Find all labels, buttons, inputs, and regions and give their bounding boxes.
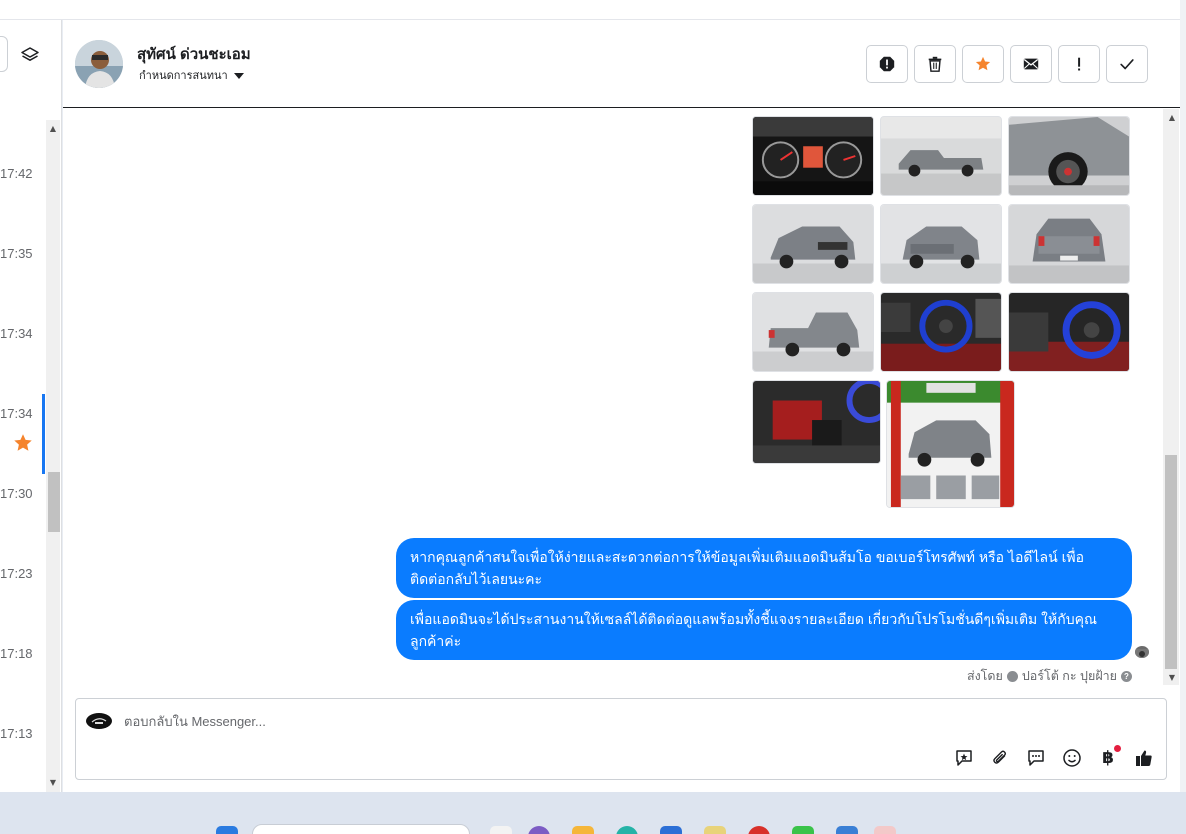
steering-wheel-photo[interactable] — [880, 292, 1002, 372]
trash-icon — [928, 56, 942, 72]
delete-button[interactable] — [914, 45, 956, 83]
browser-top-strip — [0, 0, 1186, 20]
star-button[interactable] — [962, 45, 1004, 83]
emoji-icon[interactable] — [1061, 747, 1083, 769]
promo-poster-photo[interactable] — [886, 380, 1015, 508]
outgoing-message[interactable]: เพื่อแอดมินจะได้ประสานงานให้เซลล์ได้ติดต… — [396, 600, 1132, 660]
spam-icon — [879, 56, 895, 72]
taskbar-search[interactable] — [252, 824, 470, 834]
conversation-scroll-thumb[interactable] — [48, 472, 60, 532]
payment-icon[interactable]: ฿ — [1097, 745, 1121, 769]
saved-reply-icon[interactable] — [953, 747, 975, 769]
truck-rear-quarter-photo[interactable] — [880, 204, 1002, 284]
browser-icon[interactable] — [616, 826, 638, 834]
scroll-up-arrow[interactable]: ▲ — [48, 124, 58, 134]
scroll-down-arrow[interactable]: ▼ — [48, 778, 58, 788]
message-thread: หากคุณลูกค้าสนใจเพื่อให้ง่ายและสะดวกต่อก… — [63, 109, 1180, 699]
help-icon[interactable]: ? — [1121, 670, 1132, 682]
star-icon — [12, 432, 34, 454]
steering-wheel-side-photo[interactable] — [1008, 292, 1130, 372]
quick-reply-icon[interactable] — [1025, 747, 1047, 769]
thumbs-up-icon[interactable] — [1133, 747, 1155, 769]
follow-up-icon — [1078, 57, 1081, 71]
conversation-time: 17:34 — [0, 326, 33, 341]
mark-done-button[interactable] — [1106, 45, 1148, 83]
car-dashboard-photo[interactable] — [752, 116, 874, 196]
selected-conversation-indicator — [42, 394, 45, 474]
layers-icon[interactable] — [20, 45, 40, 65]
app-icon[interactable] — [704, 826, 726, 834]
scroll-up-arrow[interactable]: ▲ — [1167, 113, 1177, 123]
store-icon[interactable] — [660, 826, 682, 834]
notification-dot — [1114, 745, 1121, 752]
interior-console-photo[interactable] — [752, 380, 881, 464]
sent-by-prefix: ส่งโดย — [966, 669, 1003, 683]
sent-by-line: ส่งโดย ปอร์โต้ กะ ปุยฝ้าย ? — [967, 666, 1132, 686]
chat-panel: สุทัศน์ ด่วนชะเอม กำหนดการสนทนา หากคุณลู… — [63, 20, 1180, 792]
conversation-time: 17:23 — [0, 566, 33, 581]
conversation-scrollbar[interactable] — [46, 120, 60, 792]
chat-header: สุทัศน์ ด่วนชะเอม กำหนดการสนทนา — [63, 20, 1180, 108]
conversation-search-box[interactable] — [0, 36, 8, 72]
app-icon[interactable] — [874, 826, 896, 834]
contact-avatar[interactable] — [75, 40, 123, 88]
start-icon[interactable] — [216, 826, 238, 834]
calendar-icon[interactable] — [836, 826, 858, 834]
chevron-down-icon — [233, 73, 244, 80]
assign-label: กำหนดการสนทนา — [139, 70, 228, 82]
window-edge — [1180, 0, 1186, 792]
star-icon — [975, 56, 991, 71]
app-icon[interactable] — [528, 826, 550, 834]
sent-by-name[interactable]: ปอร์โต้ กะ ปุยฝ้าย — [1022, 666, 1117, 686]
assign-conversation-dropdown[interactable]: กำหนดการสนทนา — [139, 66, 244, 84]
truck-rear-photo[interactable] — [1008, 204, 1130, 284]
truck-rear-side-photo[interactable] — [752, 292, 874, 372]
follow-up-button[interactable] — [1058, 45, 1100, 83]
conversation-list: ▲ ▼ 17:42 17:35 17:34 17:34 17:30 17:23 … — [0, 20, 62, 792]
mail-icon — [1023, 58, 1039, 70]
reply-composer: ฿ — [75, 698, 1167, 780]
truck-front-photo[interactable] — [752, 204, 874, 284]
taskbar — [0, 792, 1186, 834]
conversation-time: 17:18 — [0, 646, 33, 661]
line-icon[interactable] — [792, 826, 814, 834]
message-scroll-thumb[interactable] — [1165, 455, 1177, 669]
mark-unread-button[interactable] — [1010, 45, 1052, 83]
attachment-icon[interactable] — [989, 747, 1011, 769]
conversation-time: 17:34 — [0, 406, 33, 421]
task-view-icon[interactable] — [490, 826, 512, 834]
seen-avatar — [1135, 646, 1149, 658]
conversation-time: 17:13 — [0, 726, 33, 741]
page-avatar — [86, 713, 112, 729]
scroll-down-arrow[interactable]: ▼ — [1167, 673, 1177, 683]
file-explorer-icon[interactable] — [572, 826, 594, 834]
reply-input[interactable] — [124, 711, 824, 731]
conversation-time: 17:35 — [0, 246, 33, 261]
outgoing-message[interactable]: หากคุณลูกค้าสนใจเพื่อให้ง่ายและสะดวกต่อก… — [396, 538, 1132, 598]
conversation-time: 17:30 — [0, 486, 33, 501]
truck-wheel-photo[interactable] — [1008, 116, 1130, 196]
conversation-time: 17:42 — [0, 166, 33, 181]
app-icon[interactable] — [748, 826, 770, 834]
contact-name[interactable]: สุทัศน์ ด่วนชะเอม — [137, 42, 251, 66]
truck-side-photo[interactable] — [880, 116, 1002, 196]
mark-spam-button[interactable] — [866, 45, 908, 83]
agent-icon — [1006, 670, 1018, 682]
check-icon — [1120, 59, 1134, 70]
